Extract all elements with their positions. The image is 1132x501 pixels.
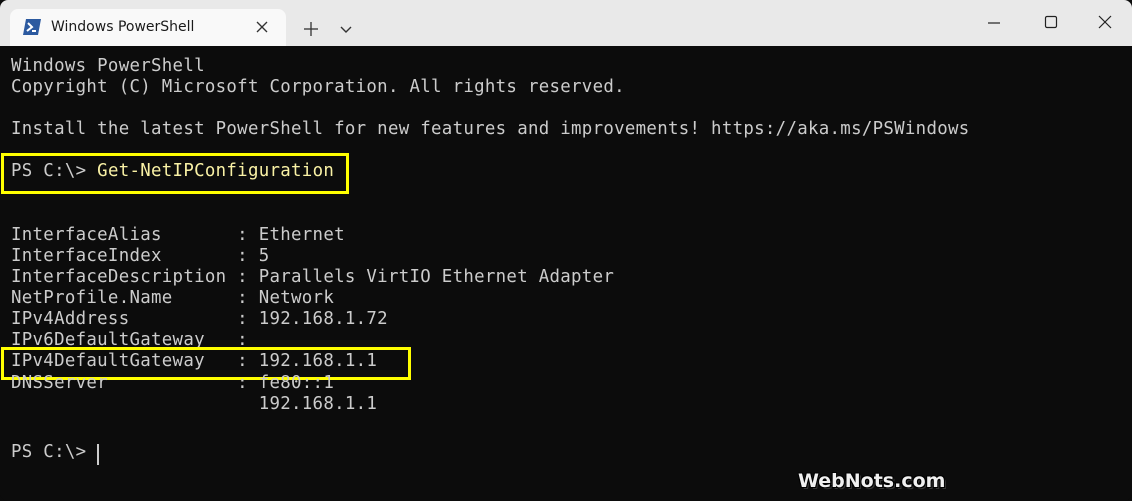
output-dns-server: DNSServer : fe80::1 [11,373,335,393]
title-bar[interactable]: Windows PowerShell [0,0,1132,46]
watermark-logo: WebNots.com [798,470,946,492]
output-interface-index: InterfaceIndex : 5 [11,246,270,266]
terminal-window: Windows PowerShell Windows PowerShell Co… [0,0,1132,501]
terminal-output[interactable]: Windows PowerShell Copyright (C) Microso… [0,46,1132,501]
close-icon[interactable] [1097,14,1113,30]
copyright-line: Copyright (C) Microsoft Corporation. All… [11,77,625,97]
final-prompt: PS C:\> [11,442,87,462]
minimize-icon[interactable] [986,14,1002,30]
powershell-icon [23,19,41,35]
maximize-icon[interactable] [1043,14,1059,30]
output-ipv4-address: IPv4Address : 192.168.1.72 [11,309,388,329]
output-interface-alias: InterfaceAlias : Ethernet [11,225,345,245]
tab-title: Windows PowerShell [51,19,195,35]
output-dns-server-2: 192.168.1.1 [11,394,378,414]
tab-windows-powershell[interactable]: Windows PowerShell [10,9,286,46]
install-line: Install the latest PowerShell for new fe… [11,119,970,139]
header-line: Windows PowerShell [11,56,205,76]
new-tab-icon[interactable] [302,20,320,38]
chevron-down-icon[interactable] [338,21,354,37]
command-highlight [1,153,349,194]
close-tab-icon[interactable] [254,19,270,35]
output-interface-description: InterfaceDescription : Parallels VirtIO … [11,267,615,287]
output-netprofile-name: NetProfile.Name : Network [11,288,335,308]
text-cursor [97,444,99,465]
